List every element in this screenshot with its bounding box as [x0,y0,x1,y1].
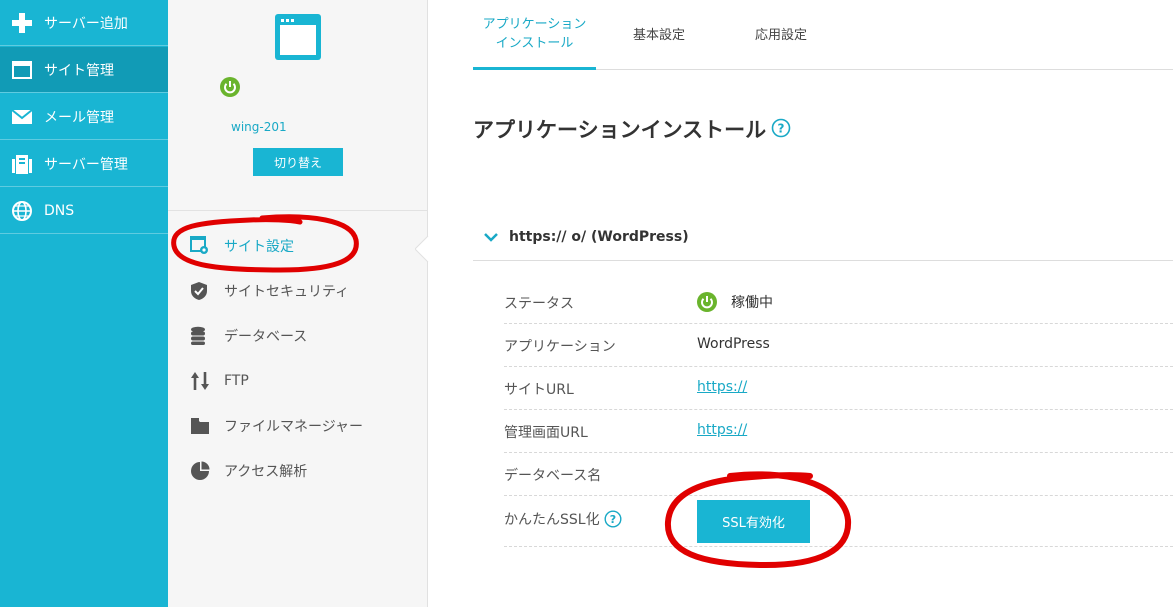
tab-advanced-settings[interactable]: 応用設定 [731,0,831,70]
row-divider [504,495,1173,496]
tab-label-line2: インストール [495,35,574,51]
nav-item-label: DNS [44,202,75,219]
nav-item-dns[interactable]: DNS [0,188,168,234]
status-label: ステータス [504,296,574,312]
pie-chart-icon [190,461,224,481]
nav-item-label: メール管理 [44,109,114,126]
tab-app-install[interactable]: アプリケーション インストール [473,0,596,70]
row-divider [504,452,1173,453]
site-url-link[interactable]: https:// [697,379,747,395]
site-url-label: サイトURL [504,382,574,398]
transfer-arrows-icon [190,371,224,391]
domain-name-redacted [248,80,368,96]
tab-basic-settings[interactable]: 基本設定 [609,0,709,70]
sidebar-item-label: アクセス解析 [224,464,308,480]
svg-text:?: ? [609,513,615,526]
sidebar-item-file-manager[interactable]: ファイルマネージャー [190,411,363,441]
sidebar-item-label: FTP [224,373,249,389]
shield-icon [190,281,224,301]
switch-button[interactable]: 切り替え [253,148,343,176]
page-title: アプリケーションインストール [473,118,767,142]
nav-item-server-management[interactable]: サーバー管理 [0,141,168,187]
server-card: wing-201 切り替え [168,0,427,211]
help-icon[interactable]: ? [771,118,791,138]
power-status-icon [697,292,717,312]
row-divider [504,409,1173,410]
ssl-enable-button[interactable]: SSL有効化 [697,500,810,543]
admin-url-label: 管理画面URL [504,425,588,441]
site-settings-icon [190,236,224,256]
sidebar-item-site-security[interactable]: サイトセキュリティ [190,276,349,306]
nav-item-site-management[interactable]: サイト管理 [0,47,168,93]
sidebar-item-access-analytics[interactable]: アクセス解析 [190,456,307,486]
globe-icon [0,200,44,222]
plus-icon [0,12,44,34]
db-name-label: データベース名 [504,468,602,484]
status-value-group: 稼働中 [697,292,773,312]
sidebar-item-site-settings[interactable]: サイト設定 [190,231,294,261]
app-url: https:// o/ (WordPress) [509,229,689,245]
row-divider [504,546,1173,547]
database-icon [190,326,224,346]
ssl-label-group: かんたんSSL化 ? [504,509,622,529]
server-name: wing-201 [231,120,287,134]
row-divider [504,323,1173,324]
sidebar-item-label: サイト設定 [224,239,294,255]
mail-icon [0,108,44,125]
sidebar-item-label: データベース [224,329,308,345]
sidebar-item-database[interactable]: データベース [190,321,307,351]
browser-window-icon [275,14,321,60]
site-sidebar: wing-201 切り替え サイト設定 サイトセキュリティ データベース FTP… [168,0,428,607]
nav-item-mail-management[interactable]: メール管理 [0,94,168,140]
ssl-label: かんたんSSL化 [504,512,600,528]
app-row[interactable]: https:// o/ (WordPress) [473,214,1173,261]
site-url-value: https:// [697,379,747,395]
nav-item-add-server[interactable]: サーバー追加 [0,0,168,46]
help-icon[interactable]: ? [604,510,622,528]
folder-icon [190,417,224,435]
sidebar-item-label: ファイルマネージャー [224,419,364,435]
main-nav: サーバー追加 サイト管理 メール管理 サーバー管理 DNS [0,0,168,607]
window-icon [0,60,44,79]
sidebar-item-label: サイトセキュリティ [224,284,350,300]
nav-item-label: サーバー管理 [44,156,128,173]
admin-url-value: https:// [697,422,747,438]
svg-text:?: ? [778,122,785,136]
row-divider [504,366,1173,367]
application-value: WordPress [697,336,770,352]
nav-item-label: サーバー追加 [44,15,128,32]
admin-url-link[interactable]: https:// [697,422,747,438]
tab-bar: アプリケーション インストール 基本設定 応用設定 [473,0,1173,70]
sidebar-item-ftp[interactable]: FTP [190,366,249,396]
nav-item-label: サイト管理 [44,62,114,79]
active-pointer [414,235,429,263]
power-status-icon [220,77,240,97]
status-value: 稼働中 [731,295,773,311]
chevron-down-icon[interactable] [473,232,509,242]
application-label: アプリケーション [504,339,616,355]
tab-label-line1: アプリケーション [482,16,587,32]
server-icon [0,153,44,175]
